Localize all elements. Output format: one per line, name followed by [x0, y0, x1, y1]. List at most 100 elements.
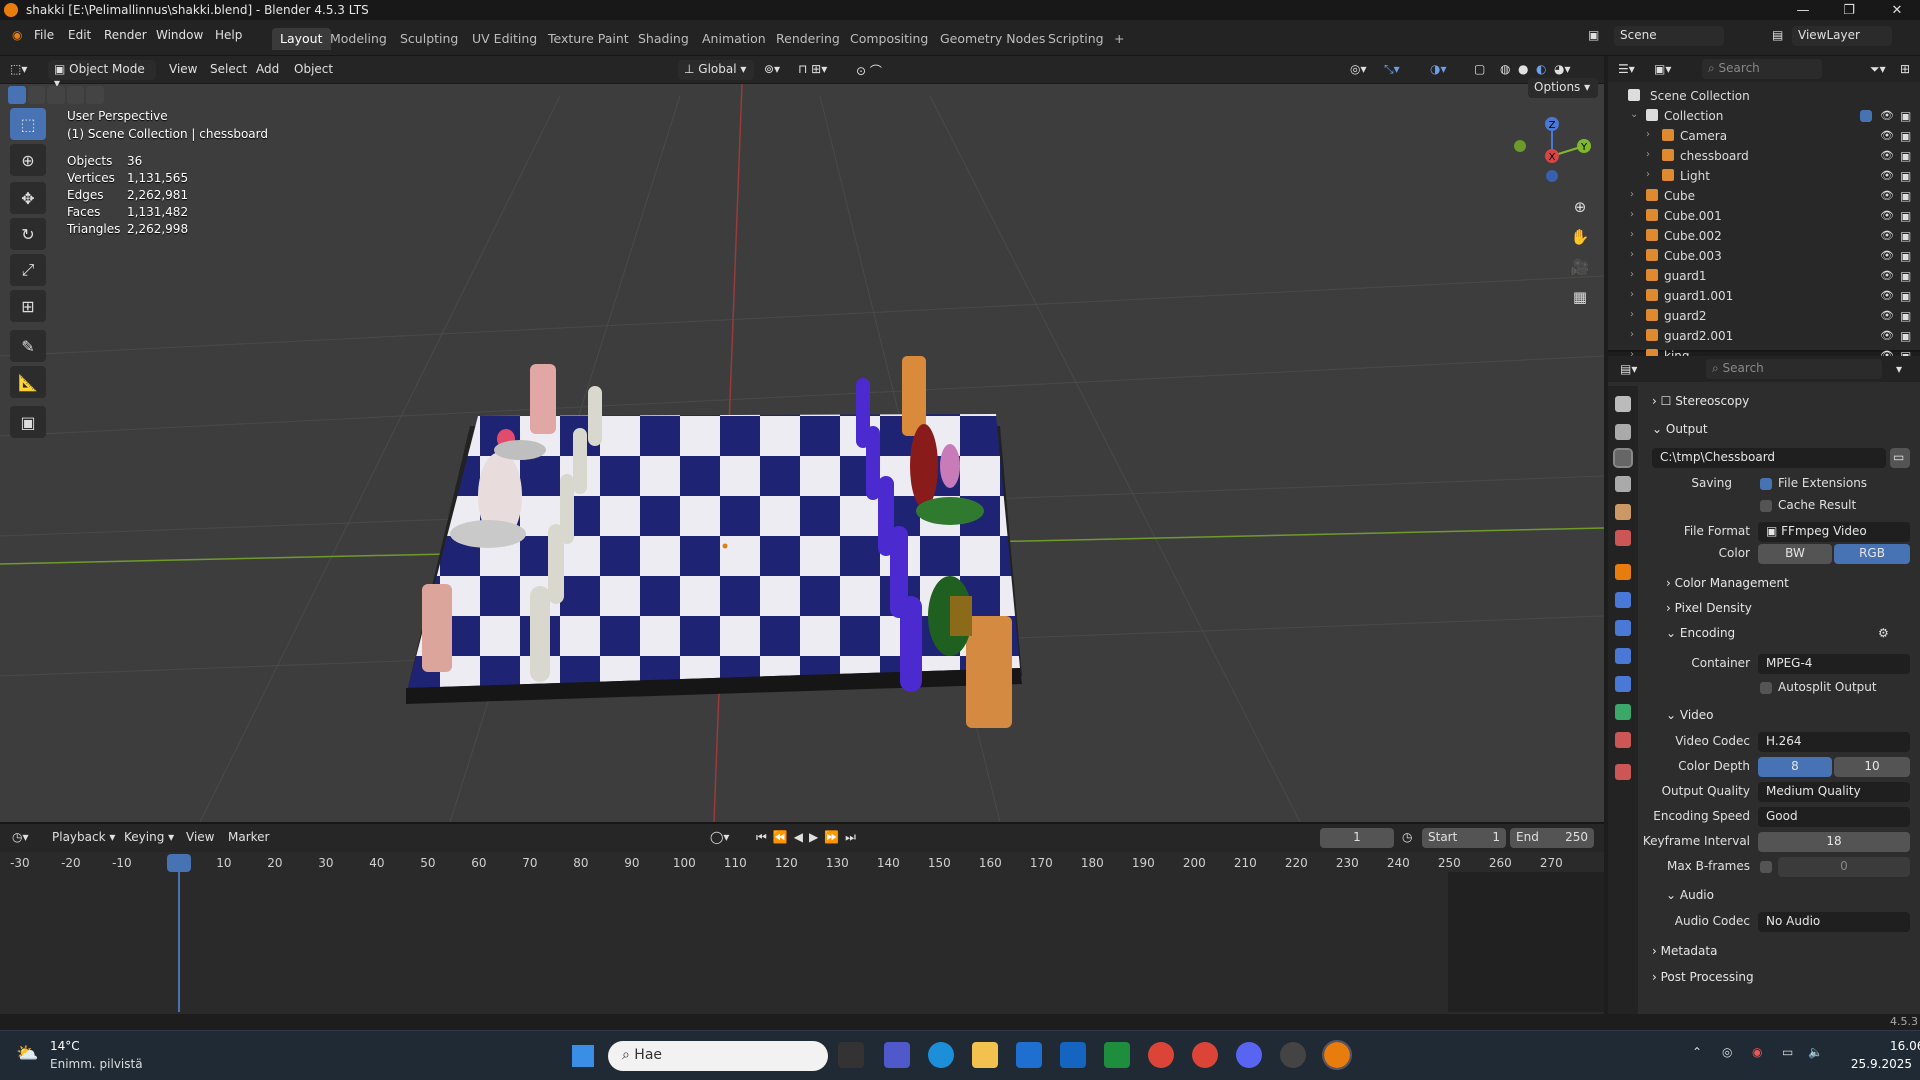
ortho-grid-icon[interactable]: ▦ [1568, 282, 1592, 312]
eye-icon[interactable]: 👁 [1880, 329, 1894, 342]
properties-editor-icon[interactable]: ▤▾ [1620, 362, 1637, 376]
exclude-checkbox[interactable] [1860, 110, 1872, 122]
blender-menu-icon[interactable]: ◉ [12, 28, 22, 42]
navigation-gizmo[interactable]: Z Y X [1500, 112, 1600, 202]
network-icon[interactable]: ▭ [1782, 1045, 1793, 1059]
eye-icon[interactable]: 👁 [1880, 109, 1894, 122]
expand-arrow-icon[interactable]: › [1646, 169, 1650, 180]
stereoscopy-panel[interactable]: › ☐ Stereoscopy [1652, 394, 1749, 408]
file-extensions-checkbox[interactable] [1760, 478, 1772, 490]
tab-shading[interactable]: Shading [630, 28, 697, 50]
keyframe-interval-field[interactable]: 18 [1758, 832, 1910, 852]
outliner-row[interactable]: › Cube.001 👁 ▣ [1608, 206, 1920, 226]
expand-arrow-icon[interactable]: › [1630, 189, 1634, 200]
chrome-icon[interactable] [1148, 1042, 1174, 1068]
modifiers-tab-icon[interactable] [1615, 592, 1631, 608]
select-invert-icon[interactable] [66, 86, 85, 104]
xbox-icon[interactable] [1104, 1042, 1130, 1068]
outliner-row[interactable]: › Camera 👁 ▣ [1608, 126, 1920, 146]
select-extend-icon[interactable] [27, 86, 46, 104]
audio-panel[interactable]: ⌄ Audio [1666, 888, 1714, 902]
discord-icon[interactable] [1236, 1042, 1262, 1068]
material-tab-icon[interactable] [1615, 732, 1631, 748]
depth-10-button[interactable]: 10 [1834, 757, 1910, 777]
properties-search-input[interactable]: ⌕ Search [1706, 359, 1882, 379]
tool-tab-icon[interactable] [1615, 396, 1631, 412]
tray-chevron-icon[interactable]: ⌃ [1692, 1045, 1702, 1059]
viewport-3d[interactable]: ⬚▾ ▣ Object Mode ▾ View Select Add Objec… [0, 56, 1604, 822]
outliner-row[interactable]: › Light 👁 ▣ [1608, 166, 1920, 186]
add-workspace-icon[interactable]: + [1106, 28, 1132, 50]
expand-arrow-icon[interactable]: › [1630, 329, 1634, 340]
mode-selector[interactable]: ▣ Object Mode ▾ [48, 60, 156, 90]
constraints-tab-icon[interactable] [1615, 676, 1631, 692]
scale-tool-icon[interactable]: ⤢ [10, 254, 46, 286]
tab-sculpting[interactable]: Sculpting [392, 28, 466, 50]
menu-edit[interactable]: Edit [68, 28, 91, 42]
outliner-editor-icon[interactable]: ☰▾ [1618, 62, 1635, 76]
tab-geometry-nodes[interactable]: Geometry Nodes [932, 28, 1053, 50]
expand-arrow-icon[interactable]: › [1630, 209, 1634, 220]
expand-arrow-icon[interactable]: › [1630, 269, 1634, 280]
teams-icon[interactable] [884, 1042, 910, 1068]
render-visibility-icon[interactable]: ▣ [1900, 249, 1911, 263]
minimize-icon[interactable]: — [1780, 0, 1826, 20]
render-tab-icon[interactable] [1615, 424, 1631, 440]
eye-icon[interactable]: 👁 [1880, 209, 1894, 222]
expand-arrow-icon[interactable]: › [1630, 289, 1634, 300]
menu-window[interactable]: Window [156, 28, 203, 42]
eye-icon[interactable]: 👁 [1880, 229, 1894, 242]
store-icon[interactable] [1016, 1042, 1042, 1068]
eye-icon[interactable]: 👁 [1880, 309, 1894, 322]
eye-icon[interactable]: 👁 [1880, 249, 1894, 262]
eye-icon[interactable]: 👁 [1880, 189, 1894, 202]
overlay-icon[interactable]: ◑▾ [1430, 62, 1447, 76]
output-path-input[interactable]: C:\tmp\Chessboard [1652, 448, 1886, 468]
eye-icon[interactable]: 👁 [1880, 169, 1894, 182]
cursor-tool-icon[interactable]: ⊕ [10, 144, 46, 176]
container-dropdown[interactable]: MPEG-4 [1758, 654, 1910, 674]
tab-texture-paint[interactable]: Texture Paint [540, 28, 637, 50]
render-visibility-icon[interactable]: ▣ [1900, 229, 1911, 243]
render-visibility-icon[interactable]: ▣ [1900, 309, 1911, 323]
video-panel[interactable]: ⌄ Video [1666, 708, 1714, 722]
select-intersect-icon[interactable] [86, 86, 104, 104]
windows-start-icon[interactable] [572, 1045, 594, 1067]
expand-arrow-icon[interactable]: › [1630, 229, 1634, 240]
outliner-row[interactable]: › Cube.002 👁 ▣ [1608, 226, 1920, 246]
taskbar-search-input[interactable]: ⌕ Hae [608, 1041, 828, 1071]
metadata-panel[interactable]: › Metadata [1652, 944, 1717, 958]
file-explorer-icon[interactable] [972, 1042, 998, 1068]
autosplit-checkbox[interactable] [1760, 682, 1772, 694]
color-rgb-button[interactable]: RGB [1834, 544, 1910, 564]
display-mode-icon[interactable]: ▣▾ [1654, 62, 1671, 76]
tab-compositing[interactable]: Compositing [842, 28, 936, 50]
eye-icon[interactable]: 👁 [1880, 129, 1894, 142]
xray-icon[interactable]: ▢ [1474, 62, 1485, 76]
color-bw-button[interactable]: BW [1758, 544, 1832, 564]
rendered-shading-icon[interactable]: ◕▾ [1554, 62, 1571, 76]
folder-icon[interactable]: ▭ [1890, 448, 1910, 468]
outliner-row[interactable]: ⌄ Collection 👁 ▣ [1608, 106, 1920, 126]
scene-selector[interactable]: Scene [1614, 26, 1724, 46]
tray-security-icon[interactable]: ◉ [1752, 1045, 1762, 1059]
move-tool-icon[interactable]: ✥ [10, 182, 46, 214]
tab-rendering[interactable]: Rendering [768, 28, 848, 50]
material-shading-icon[interactable]: ◐ [1536, 62, 1546, 76]
orientation-selector[interactable]: ⊥ Global ▾ [678, 60, 754, 80]
encoding-panel[interactable]: ⌄ Encoding [1666, 626, 1735, 640]
transform-tool-icon[interactable]: ⊞ [10, 290, 46, 322]
snap-icon[interactable]: ⊓ ⊞▾ [798, 62, 827, 76]
gizmo-icon[interactable]: ⤡▾ [1384, 62, 1400, 77]
tray-app-icon[interactable]: ◎ [1722, 1045, 1732, 1059]
frame-ruler[interactable]: -30-20-101102030405060708090100110120130… [0, 824, 1604, 874]
depth-8-button[interactable]: 8 [1758, 757, 1832, 777]
properties-options-icon[interactable]: ▾ [1896, 362, 1902, 376]
visibility-icon[interactable]: ◎▾ [1350, 62, 1367, 76]
post-processing-panel[interactable]: › Post Processing [1652, 970, 1754, 984]
timeline-editor[interactable]: ◷▾ Playback ▾ Keying ▾ View Marker ◯▾ ⏮⏪… [0, 822, 1604, 1014]
outliner-row[interactable]: › guard2.001 👁 ▣ [1608, 326, 1920, 346]
encoding-speed-dropdown[interactable]: Good [1758, 807, 1910, 827]
expand-arrow-icon[interactable]: › [1646, 149, 1650, 160]
menu-file[interactable]: File [34, 28, 54, 42]
